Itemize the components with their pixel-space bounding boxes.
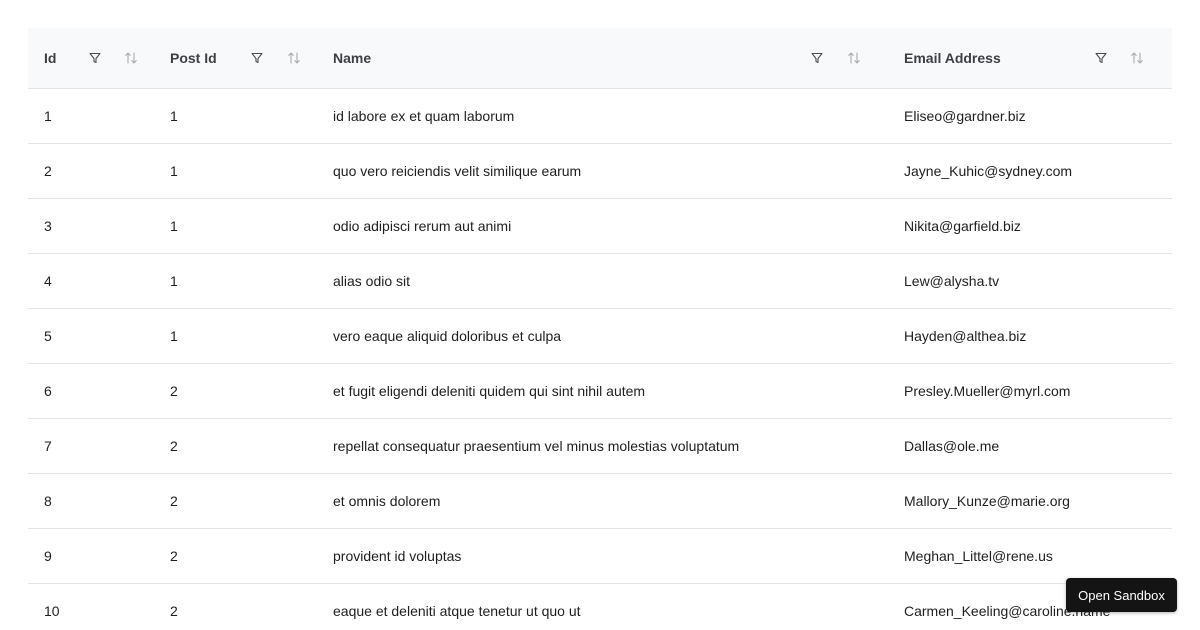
cell-id: 7 bbox=[28, 418, 154, 474]
cell-id: 9 bbox=[28, 528, 154, 584]
column-header-email-address: Email Address bbox=[888, 28, 1172, 89]
cell-name: id labore ex et quam laborum bbox=[317, 88, 888, 144]
cell-name: et fugit eligendi deleniti quidem qui si… bbox=[317, 363, 888, 419]
cell-name: vero eaque aliquid doloribus et culpa bbox=[317, 308, 888, 364]
filter-icon[interactable] bbox=[248, 49, 266, 67]
table-row[interactable]: 10 2 eaque et deleniti atque tenetur ut … bbox=[28, 583, 1172, 630]
cell-id: 3 bbox=[28, 198, 154, 254]
filter-icon[interactable] bbox=[86, 49, 104, 67]
cell-post-id: 2 bbox=[154, 583, 317, 630]
cell-post-id: 1 bbox=[154, 253, 317, 309]
cell-email: Dallas@ole.me bbox=[888, 418, 1172, 474]
column-header-label: Email Address bbox=[904, 50, 1001, 66]
comments-table: Id Post Id Name Email Address 1 1 id lab… bbox=[28, 28, 1172, 630]
filter-icon[interactable] bbox=[1092, 49, 1110, 67]
table-row[interactable]: 5 1 vero eaque aliquid doloribus et culp… bbox=[28, 308, 1172, 364]
cell-name: alias odio sit bbox=[317, 253, 888, 309]
sort-arrows-icon[interactable] bbox=[285, 49, 303, 67]
cell-email: Lew@alysha.tv bbox=[888, 253, 1172, 309]
comments-table-container: Id Post Id Name Email Address 1 1 id lab… bbox=[28, 28, 1172, 630]
open-sandbox-button[interactable]: Open Sandbox bbox=[1066, 578, 1177, 612]
column-header-label: Name bbox=[333, 50, 372, 66]
cell-email: Hayden@althea.biz bbox=[888, 308, 1172, 364]
cell-name: odio adipisci rerum aut animi bbox=[317, 198, 888, 254]
sort-arrows-icon[interactable] bbox=[1128, 49, 1146, 67]
cell-post-id: 1 bbox=[154, 88, 317, 144]
sort-arrows-icon[interactable] bbox=[845, 49, 863, 67]
cell-id: 5 bbox=[28, 308, 154, 364]
cell-id: 8 bbox=[28, 473, 154, 529]
cell-name: repellat consequatur praesentium vel min… bbox=[317, 418, 888, 474]
cell-post-id: 2 bbox=[154, 528, 317, 584]
cell-name: eaque et deleniti atque tenetur ut quo u… bbox=[317, 583, 888, 630]
sort-arrows-icon[interactable] bbox=[122, 49, 140, 67]
cell-email: Nikita@garfield.biz bbox=[888, 198, 1172, 254]
table-header: Id Post Id Name Email Address bbox=[28, 28, 1172, 89]
table-row[interactable]: 9 2 provident id voluptas Meghan_Littel@… bbox=[28, 528, 1172, 584]
cell-post-id: 2 bbox=[154, 363, 317, 419]
cell-post-id: 2 bbox=[154, 418, 317, 474]
column-header-id: Id bbox=[28, 28, 154, 89]
column-header-post-id: Post Id bbox=[154, 28, 317, 89]
cell-email: Presley.Mueller@myrl.com bbox=[888, 363, 1172, 419]
table-row[interactable]: 8 2 et omnis dolorem Mallory_Kunze@marie… bbox=[28, 473, 1172, 529]
cell-id: 6 bbox=[28, 363, 154, 419]
cell-email: Meghan_Littel@rene.us bbox=[888, 528, 1172, 584]
cell-id: 10 bbox=[28, 583, 154, 630]
column-header-label: Id bbox=[44, 50, 57, 66]
table-row[interactable]: 2 1 quo vero reiciendis velit similique … bbox=[28, 143, 1172, 199]
cell-id: 4 bbox=[28, 253, 154, 309]
table-body: 1 1 id labore ex et quam laborum Eliseo@… bbox=[28, 88, 1172, 630]
cell-name: provident id voluptas bbox=[317, 528, 888, 584]
cell-name: et omnis dolorem bbox=[317, 473, 888, 529]
cell-id: 1 bbox=[28, 88, 154, 144]
table-row[interactable]: 3 1 odio adipisci rerum aut animi Nikita… bbox=[28, 198, 1172, 254]
cell-post-id: 1 bbox=[154, 198, 317, 254]
header-row: Id Post Id Name Email Address bbox=[28, 28, 1172, 89]
table-row[interactable]: 7 2 repellat consequatur praesentium vel… bbox=[28, 418, 1172, 474]
cell-post-id: 1 bbox=[154, 308, 317, 364]
cell-email: Mallory_Kunze@marie.org bbox=[888, 473, 1172, 529]
table-row[interactable]: 1 1 id labore ex et quam laborum Eliseo@… bbox=[28, 88, 1172, 144]
cell-email: Eliseo@gardner.biz bbox=[888, 88, 1172, 144]
filter-icon[interactable] bbox=[808, 49, 826, 67]
column-header-name: Name bbox=[317, 28, 888, 89]
cell-email: Jayne_Kuhic@sydney.com bbox=[888, 143, 1172, 199]
cell-post-id: 1 bbox=[154, 143, 317, 199]
table-row[interactable]: 6 2 et fugit eligendi deleniti quidem qu… bbox=[28, 363, 1172, 419]
cell-name: quo vero reiciendis velit similique earu… bbox=[317, 143, 888, 199]
table-row[interactable]: 4 1 alias odio sit Lew@alysha.tv bbox=[28, 253, 1172, 309]
cell-post-id: 2 bbox=[154, 473, 317, 529]
cell-id: 2 bbox=[28, 143, 154, 199]
column-header-label: Post Id bbox=[170, 50, 217, 66]
